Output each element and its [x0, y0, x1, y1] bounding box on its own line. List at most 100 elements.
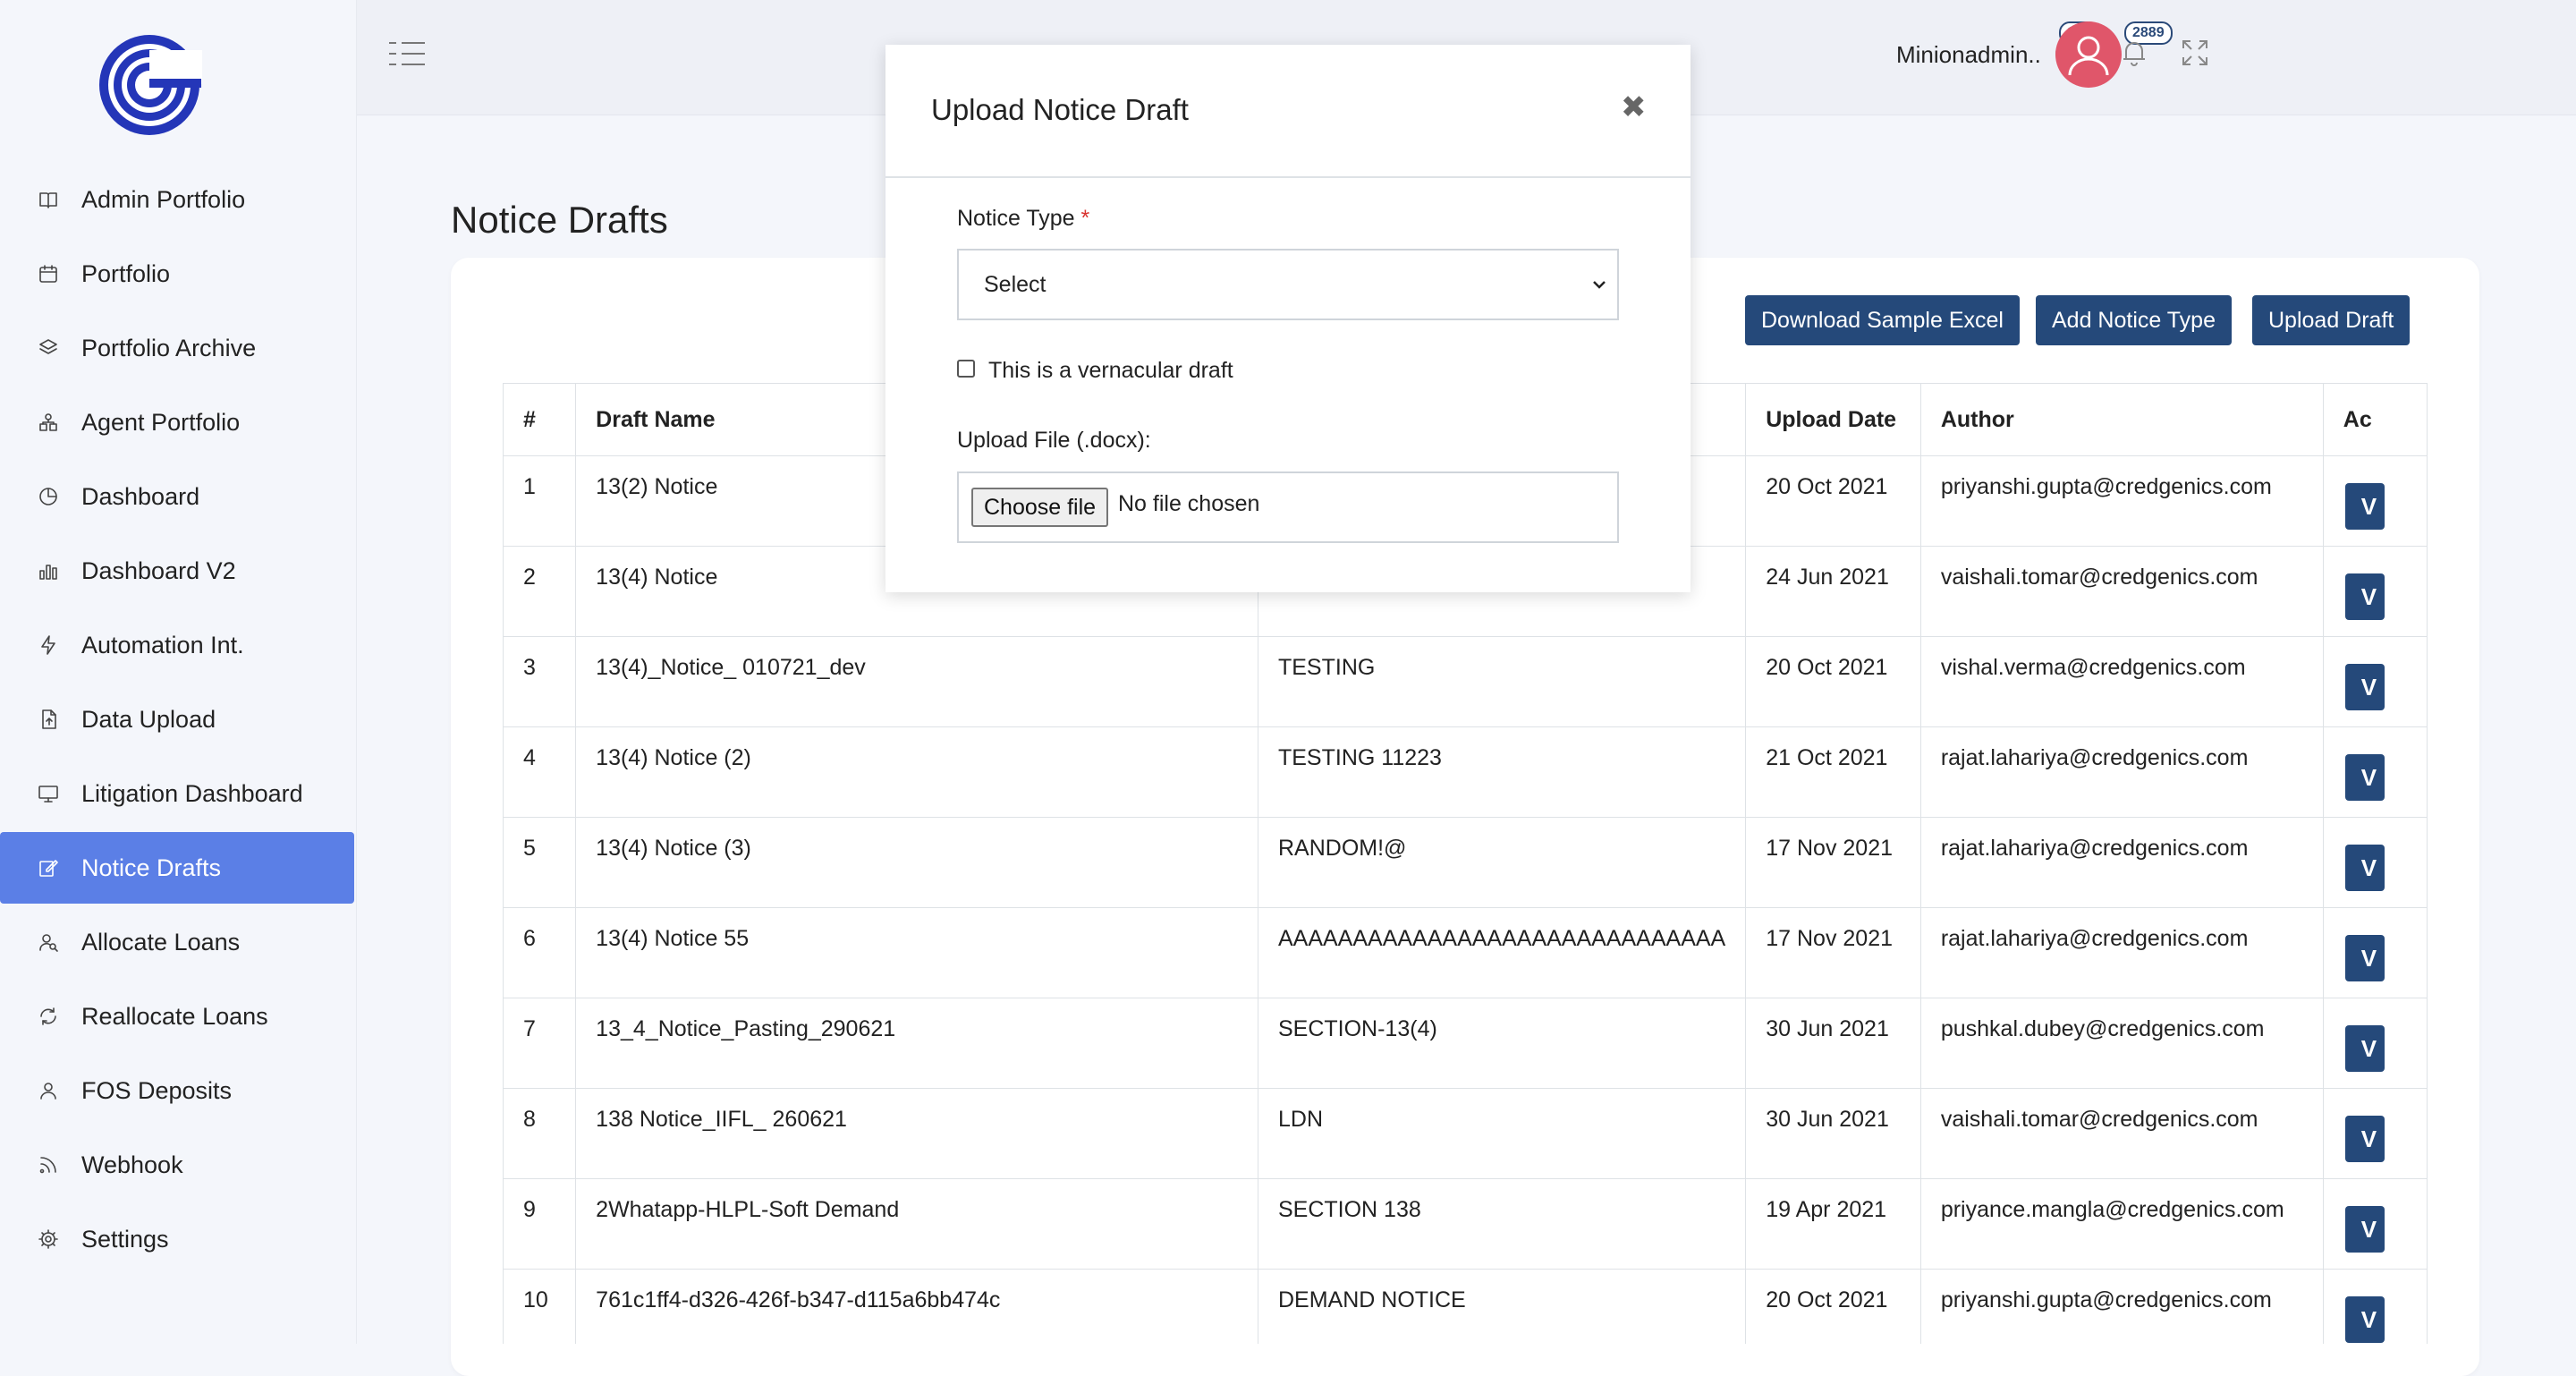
- view-button[interactable]: V: [2344, 1025, 2385, 1072]
- actions-cell: V: [2322, 636, 2428, 727]
- sidebar-item-fos-deposits[interactable]: FOS Deposits: [0, 1055, 356, 1126]
- draft-name: 13(4) Notice 55: [575, 907, 1258, 998]
- upload-date: 20 Oct 2021: [1745, 636, 1921, 727]
- layers-icon: [39, 339, 57, 354]
- book-icon: [39, 192, 57, 208]
- sidebar-item-reallocate-loans[interactable]: Reallocate Loans: [0, 981, 356, 1052]
- chevron-down-icon: [1593, 281, 1606, 289]
- upload-draft-button[interactable]: Upload Draft: [2252, 295, 2411, 345]
- sidebar-item-dashboard-v2[interactable]: Dashboard V2: [0, 535, 356, 607]
- upload-date: 17 Nov 2021: [1745, 817, 1921, 908]
- column-header-upload-date[interactable]: Upload Date: [1745, 383, 1921, 456]
- actions-cell: V: [2322, 1088, 2428, 1179]
- vernacular-checkbox[interactable]: [957, 360, 975, 378]
- view-button[interactable]: V: [2344, 754, 2385, 801]
- notice-type: DEMAND NOTICE: [1257, 1269, 1747, 1344]
- upload-notice-draft-modal: Upload Notice Draft ✖ Notice Type * Sele…: [886, 45, 1690, 592]
- actions-cell: V: [2322, 1178, 2428, 1270]
- company-logo[interactable]: [97, 32, 202, 138]
- sidebar-item-litigation-dashboard[interactable]: Litigation Dashboard: [0, 758, 356, 829]
- menu-toggle-icon[interactable]: [389, 41, 425, 66]
- edit-icon: [39, 860, 58, 877]
- actions-cell: V: [2322, 907, 2428, 998]
- sidebar-item-label: Data Upload: [81, 705, 216, 733]
- row-number: 1: [503, 455, 577, 547]
- upload-date: 20 Oct 2021: [1745, 455, 1921, 547]
- choose-file-button[interactable]: Choose file: [971, 488, 1109, 527]
- actions-cell: V: [2322, 998, 2428, 1089]
- sidebar-item-webhook[interactable]: Webhook: [0, 1129, 356, 1201]
- notice-type-label: Notice Type *: [957, 206, 1089, 232]
- row-number: 4: [503, 726, 577, 818]
- author-email: rajat.lahariya@credgenics.com: [1919, 817, 2324, 908]
- notice-type-select[interactable]: Select: [957, 249, 1619, 320]
- actions-cell: V: [2322, 817, 2428, 908]
- draft-name: 13_4_Notice_Pasting_290621: [575, 998, 1258, 1089]
- user-avatar[interactable]: [2055, 21, 2122, 88]
- view-button[interactable]: V: [2344, 845, 2385, 891]
- view-button[interactable]: V: [2344, 483, 2385, 530]
- username[interactable]: Minionadmin..: [1896, 41, 2041, 69]
- table-row[interactable]: 7 13_4_Notice_Pasting_290621 SECTION-13(4)…: [503, 998, 2428, 1089]
- fullscreen-icon[interactable]: [2180, 38, 2210, 68]
- author-email: rajat.lahariya@credgenics.com: [1919, 726, 2324, 818]
- row-number: 8: [503, 1088, 577, 1179]
- page-title: Notice Drafts: [451, 199, 668, 241]
- view-button[interactable]: V: [2344, 1206, 2385, 1253]
- author-email: pushkal.dubey@credgenics.com: [1919, 998, 2324, 1089]
- view-button[interactable]: V: [2344, 1296, 2385, 1343]
- table-row[interactable]: 9 2Whatapp-HLPL-Soft Demand SECTION 138 19 …: [503, 1178, 2428, 1270]
- upload-file-label: Upload File (.docx):: [957, 428, 1151, 453]
- sidebar-item-admin-portfolio[interactable]: Admin Portfolio: [0, 164, 356, 235]
- close-icon[interactable]: ✖: [1621, 89, 1647, 125]
- author-email: vaishali.tomar@credgenics.com: [1919, 1088, 2324, 1179]
- sidebar-item-portfolio-archive[interactable]: Portfolio Archive: [0, 312, 356, 384]
- sidebar-item-label: Webhook: [81, 1151, 183, 1178]
- sidebar-item-data-upload[interactable]: Data Upload: [0, 684, 356, 755]
- upload-date: 19 Apr 2021: [1745, 1178, 1921, 1270]
- bell-icon[interactable]: [2119, 38, 2149, 68]
- sidebar-item-settings[interactable]: Settings: [0, 1203, 356, 1275]
- notice-type: SECTION 138: [1257, 1178, 1747, 1270]
- table-row[interactable]: 3 13(4)_Notice_ 010721_dev TESTING 20 Oct 2…: [503, 636, 2428, 727]
- sidebar-item-label: Settings: [81, 1225, 169, 1253]
- agents-icon: [39, 413, 57, 431]
- row-number: 3: [503, 636, 577, 727]
- view-button[interactable]: V: [2344, 1116, 2385, 1162]
- draft-name: 13(4)_Notice_ 010721_dev: [575, 636, 1258, 727]
- column-header-author[interactable]: Author: [1919, 383, 2324, 456]
- bar-chart-icon: [39, 565, 57, 580]
- notice-type: TESTING 11223: [1257, 726, 1747, 818]
- view-button[interactable]: V: [2344, 935, 2385, 981]
- table-row[interactable]: 6 13(4) Notice 55 AAAAAAAAAAAAAAAAAAAAAAAA…: [503, 907, 2428, 998]
- upload-date: 21 Oct 2021: [1745, 726, 1921, 818]
- author-email: vishal.verma@credgenics.com: [1919, 636, 2324, 727]
- row-number: 2: [503, 546, 577, 637]
- column-header-number[interactable]: #: [503, 383, 577, 456]
- table-row[interactable]: 8 138 Notice_IIFL_ 260621 LDN 30 Jun 2021 va…: [503, 1088, 2428, 1179]
- row-number: 7: [503, 998, 577, 1089]
- sidebar-item-notice-drafts[interactable]: Notice Drafts: [0, 832, 354, 904]
- view-button[interactable]: V: [2344, 573, 2385, 620]
- file-input[interactable]: Choose file No file chosen: [957, 471, 1619, 543]
- sidebar-item-dashboard[interactable]: Dashboard: [0, 461, 356, 532]
- author-email: priyanshi.gupta@credgenics.com: [1919, 455, 2324, 547]
- table-row[interactable]: 5 13(4) Notice (3) RANDOM!@ 17 Nov 2021 raja…: [503, 817, 2428, 908]
- sidebar-item-label: Automation Int.: [81, 631, 244, 658]
- clock-pie-icon: [39, 488, 57, 505]
- row-number: 5: [503, 817, 577, 908]
- vernacular-label[interactable]: This is a vernacular draft: [988, 358, 1233, 384]
- add-notice-type-button[interactable]: Add Notice Type: [2036, 295, 2232, 345]
- actions-cell: V: [2322, 1269, 2428, 1344]
- sidebar-item-agent-portfolio[interactable]: Agent Portfolio: [0, 386, 356, 458]
- author-email: rajat.lahariya@credgenics.com: [1919, 907, 2324, 998]
- file-status-text: No file chosen: [1118, 491, 1260, 516]
- sidebar-item-portfolio[interactable]: Portfolio: [0, 238, 356, 310]
- table-row[interactable]: 10 761c1ff4-d326-426f-b347-d115a6bb474c DE…: [503, 1269, 2428, 1344]
- notice-type: AAAAAAAAAAAAAAAAAAAAAAAAAAAAAA: [1257, 907, 1747, 998]
- table-row[interactable]: 4 13(4) Notice (2) TESTING 11223 21 Oct 202…: [503, 726, 2428, 818]
- sidebar-item-allocate-loans[interactable]: Allocate Loans: [0, 906, 356, 978]
- view-button[interactable]: V: [2344, 664, 2385, 710]
- download-sample-excel-button[interactable]: Download Sample Excel: [1745, 295, 2020, 345]
- sidebar-item-automation-int[interactable]: Automation Int.: [0, 609, 356, 681]
